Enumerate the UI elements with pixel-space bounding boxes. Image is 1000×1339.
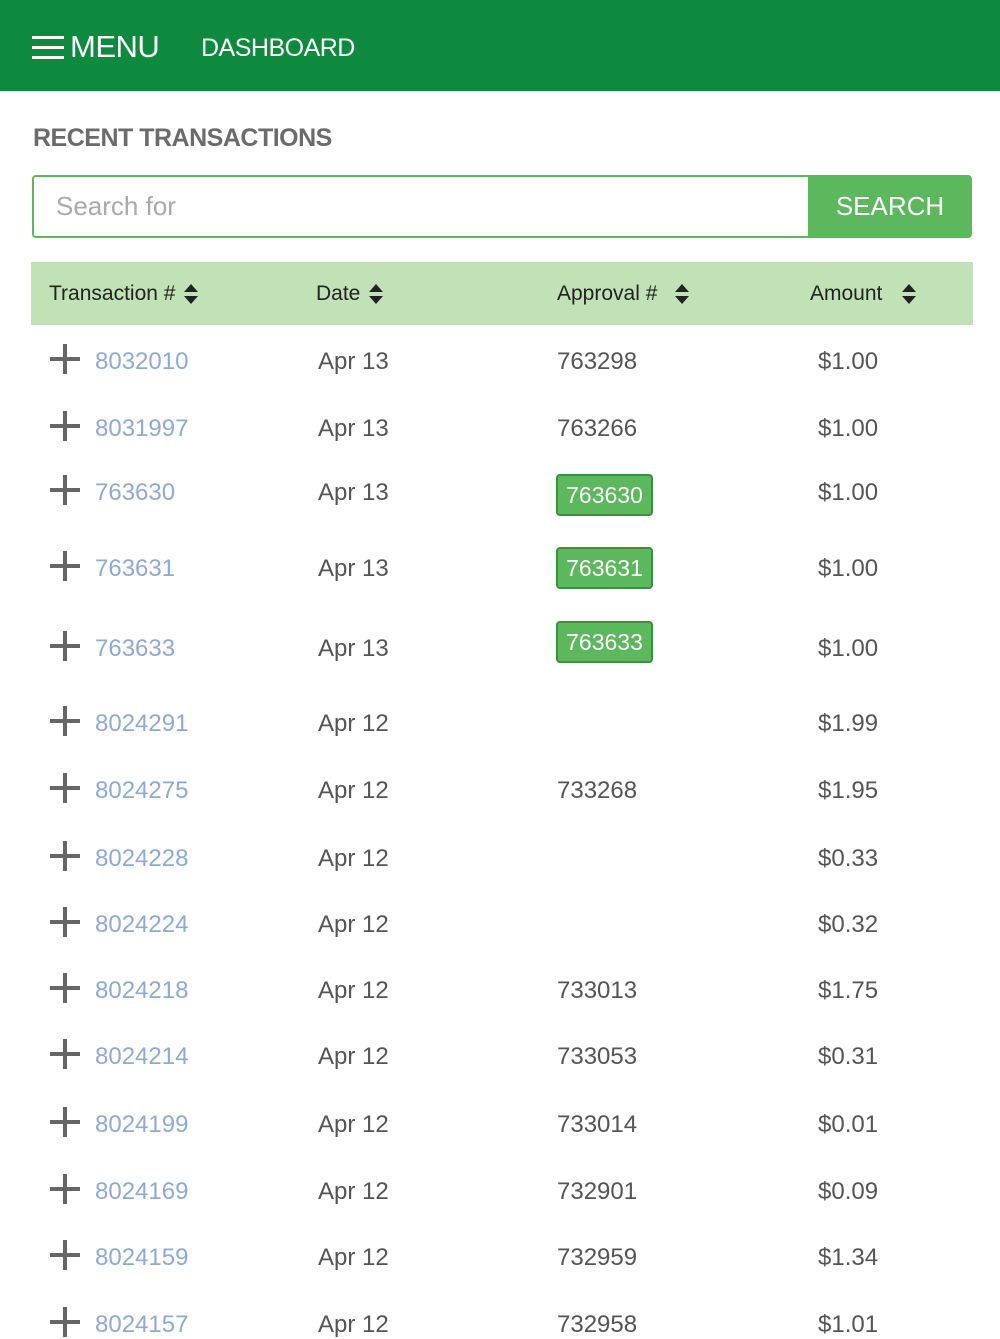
transaction-date: Apr 12 xyxy=(318,911,389,938)
approval-number: 733014 xyxy=(557,1111,638,1138)
approval-number: 763266 xyxy=(557,415,638,442)
plus-icon[interactable] xyxy=(50,907,80,937)
transaction-amount: $0.09 xyxy=(818,1178,879,1205)
transaction-amount: $1.00 xyxy=(818,415,879,442)
plus-icon[interactable] xyxy=(50,1240,80,1270)
transaction-amount: $1.99 xyxy=(818,710,879,737)
transaction-amount: $1.95 xyxy=(818,777,879,804)
transaction-amount: $1.00 xyxy=(818,635,879,662)
transaction-date: Apr 13 xyxy=(318,415,389,442)
search-button[interactable]: SEARCH xyxy=(808,175,972,238)
transaction-amount: $0.01 xyxy=(818,1111,879,1138)
transaction-date: Apr 12 xyxy=(318,1311,389,1338)
transaction-link[interactable]: 8031997 xyxy=(95,415,188,443)
transaction-date: Apr 12 xyxy=(318,1111,389,1138)
transaction-date: Apr 12 xyxy=(318,1244,389,1271)
transaction-link[interactable]: 763633 xyxy=(95,635,175,663)
transaction-amount: $1.00 xyxy=(818,479,879,506)
transaction-date: Apr 12 xyxy=(318,777,389,804)
transaction-link[interactable]: 763630 xyxy=(95,479,175,507)
transaction-date: Apr 12 xyxy=(318,1178,389,1205)
transaction-amount: $1.34 xyxy=(818,1244,879,1271)
transaction-link[interactable]: 8024228 xyxy=(95,845,188,873)
transaction-link[interactable]: 8024218 xyxy=(95,977,188,1005)
transaction-date: Apr 13 xyxy=(318,348,389,375)
transaction-amount: $1.75 xyxy=(818,977,879,1004)
transaction-link[interactable]: 8024214 xyxy=(95,1043,188,1071)
plus-icon[interactable] xyxy=(50,551,80,581)
plus-icon[interactable] xyxy=(50,706,80,736)
plus-icon[interactable] xyxy=(50,411,80,441)
plus-icon[interactable] xyxy=(50,1307,80,1337)
transaction-amount: $1.00 xyxy=(818,555,879,582)
approval-number: 732901 xyxy=(557,1178,638,1205)
sort-icon xyxy=(184,283,199,304)
column-header-label: Transaction # xyxy=(49,281,176,305)
sort-icon xyxy=(902,283,917,304)
transaction-amount: $0.32 xyxy=(818,911,879,938)
search-bar: SEARCH xyxy=(32,175,972,238)
transaction-amount: $1.01 xyxy=(818,1311,879,1338)
column-header-amount[interactable]: Amount xyxy=(810,262,917,325)
approval-number: 733053 xyxy=(557,1043,638,1070)
transaction-date: Apr 12 xyxy=(318,710,389,737)
transaction-link[interactable]: 763631 xyxy=(95,555,175,583)
transaction-link[interactable]: 8024224 xyxy=(95,911,188,939)
column-header-label: Amount xyxy=(810,281,883,305)
page-title: RECENT TRANSACTIONS xyxy=(33,124,332,152)
approval-badge: 763630 xyxy=(556,474,653,516)
approval-number: 733013 xyxy=(557,977,638,1004)
plus-icon[interactable] xyxy=(50,1107,80,1137)
transaction-date: Apr 12 xyxy=(318,1043,389,1070)
sort-icon xyxy=(369,283,384,304)
approval-badge: 763631 xyxy=(556,547,653,589)
menu-label: MENU xyxy=(70,29,160,64)
column-header-date[interactable]: Date xyxy=(316,262,384,325)
transaction-date: Apr 13 xyxy=(318,635,389,662)
transaction-link[interactable]: 8024169 xyxy=(95,1178,188,1206)
plus-icon[interactable] xyxy=(50,631,80,661)
plus-icon[interactable] xyxy=(50,973,80,1003)
transaction-link[interactable]: 8024275 xyxy=(95,777,188,805)
plus-icon[interactable] xyxy=(50,773,80,803)
transaction-date: Apr 13 xyxy=(318,479,389,506)
plus-icon[interactable] xyxy=(50,841,80,871)
plus-icon[interactable] xyxy=(50,475,80,505)
hamburger-icon xyxy=(32,34,64,60)
dashboard-link[interactable]: DASHBOARD xyxy=(201,34,355,62)
approval-number: 732958 xyxy=(557,1311,638,1338)
transaction-link[interactable]: 8024199 xyxy=(95,1111,188,1139)
transaction-amount: $0.33 xyxy=(818,845,879,872)
column-header-transaction[interactable]: Transaction # xyxy=(49,262,199,325)
sort-icon xyxy=(675,283,690,304)
column-header-label: Approval # xyxy=(557,281,658,305)
top-nav-bar: MENU DASHBOARD xyxy=(0,0,1000,91)
transaction-amount: $0.31 xyxy=(818,1043,879,1070)
plus-icon[interactable] xyxy=(50,1174,80,1204)
table-header: Transaction # Date Approval # Amount xyxy=(31,262,973,325)
transaction-link[interactable]: 8024157 xyxy=(95,1311,188,1339)
column-header-label: Date xyxy=(316,281,361,305)
plus-icon[interactable] xyxy=(50,1039,80,1069)
search-input[interactable] xyxy=(32,175,808,238)
plus-icon[interactable] xyxy=(50,344,80,374)
transaction-link[interactable]: 8024159 xyxy=(95,1244,188,1272)
menu-button[interactable]: MENU xyxy=(32,29,160,64)
approval-badge: 763633 xyxy=(556,621,653,663)
transaction-link[interactable]: 8024291 xyxy=(95,710,188,738)
transaction-amount: $1.00 xyxy=(818,348,879,375)
approval-number: 732959 xyxy=(557,1244,638,1271)
transaction-date: Apr 12 xyxy=(318,845,389,872)
column-header-approval[interactable]: Approval # xyxy=(557,262,690,325)
approval-number: 763298 xyxy=(557,348,638,375)
approval-number: 733268 xyxy=(557,777,638,804)
transaction-date: Apr 12 xyxy=(318,977,389,1004)
transaction-date: Apr 13 xyxy=(318,555,389,582)
transaction-link[interactable]: 8032010 xyxy=(95,348,188,376)
